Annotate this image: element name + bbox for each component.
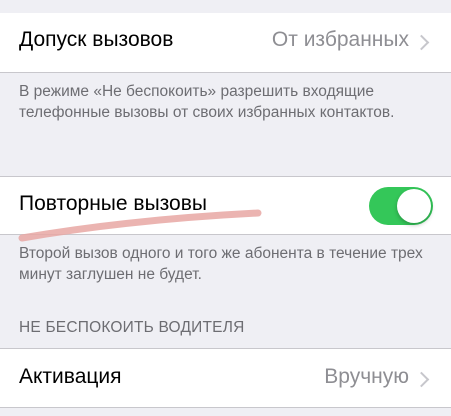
allow-calls-label: Допуск вызовов	[19, 28, 174, 51]
repeated-calls-label: Повторные вызовы	[19, 192, 207, 215]
toggle-knob	[397, 189, 431, 223]
activation-label: Активация	[19, 365, 122, 388]
activation-value: Вручную	[324, 365, 409, 388]
allow-calls-value: От избранных	[271, 28, 409, 51]
settings-page: Допуск вызовов От избранных В режиме «Не…	[0, 0, 451, 416]
chevron-right-icon	[413, 371, 430, 388]
repeated-calls-footer: Второй вызов одного и того же абонента в…	[19, 245, 423, 283]
chevron-right-icon	[413, 34, 430, 51]
activation-row[interactable]: Активация Вручную	[0, 348, 451, 408]
allow-calls-footer: В режиме «Не беспокоить» разрешить входя…	[19, 83, 395, 121]
driving-section-header: НЕ БЕСПОКОИТЬ ВОДИТЕЛЯ	[19, 319, 245, 336]
repeated-calls-toggle[interactable]	[369, 187, 433, 225]
allow-calls-row[interactable]: Допуск вызовов От избранных	[0, 13, 451, 73]
repeated-calls-row: Повторные вызовы	[0, 176, 451, 235]
